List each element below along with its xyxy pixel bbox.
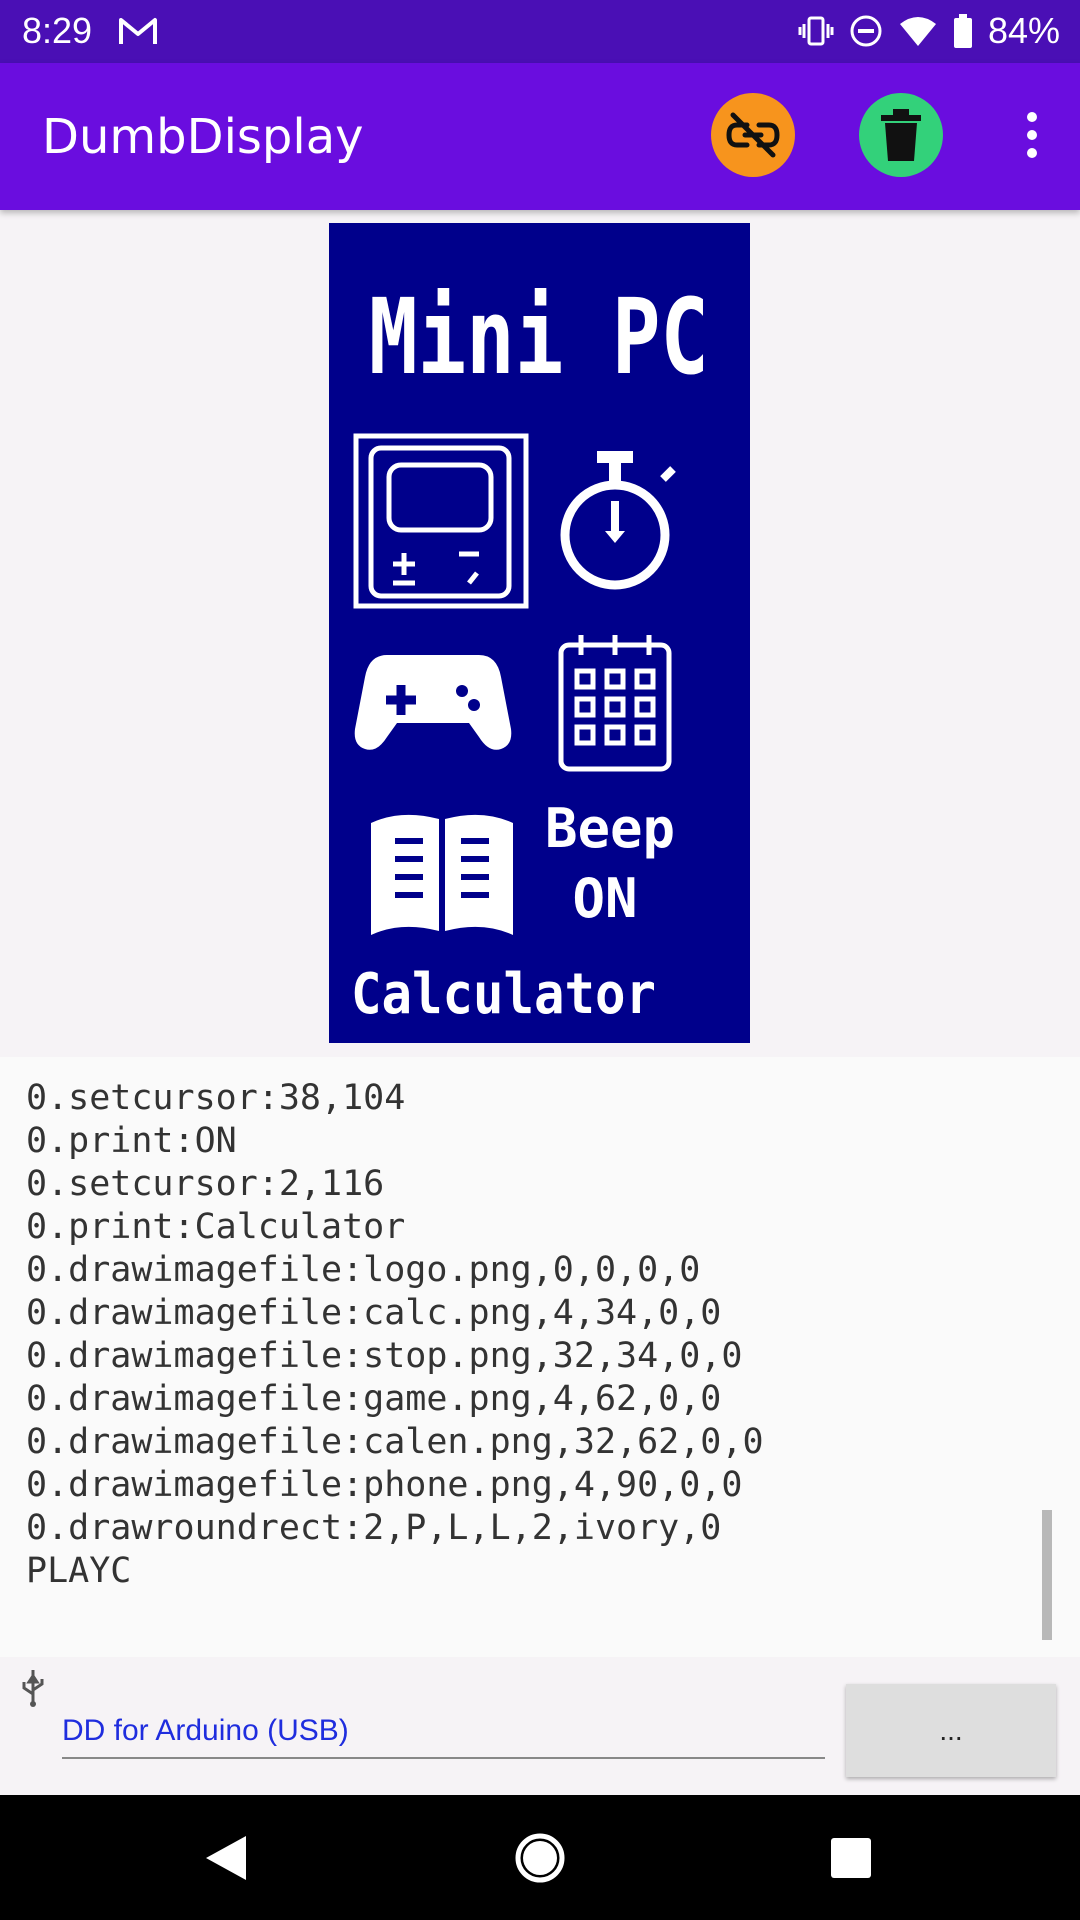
display-title: Mini PC <box>369 276 709 398</box>
more-options-button[interactable] <box>1002 105 1062 165</box>
connection-options-button[interactable]: ... <box>846 1684 1056 1777</box>
recents-icon <box>831 1838 871 1878</box>
beep-state: ON <box>572 867 637 930</box>
log-line: 0.setcursor:38,104 <box>26 1078 406 1118</box>
log-line: 0.drawimagefile:calen.png,32,62,0,0 <box>26 1422 764 1462</box>
back-button[interactable] <box>192 1825 258 1891</box>
status-bar: 8:29 84% <box>0 0 1080 63</box>
log-line: 0.setcursor:2,116 <box>26 1164 385 1204</box>
gamepad-icon[interactable] <box>354 655 512 750</box>
log-line: 0.drawimagefile:calc.png,4,34,0,0 <box>26 1293 722 1333</box>
log-line: PLAYC <box>26 1551 132 1591</box>
home-icon <box>515 1833 565 1883</box>
battery-icon <box>952 13 974 49</box>
battery-percent: 84% <box>987 10 1060 51</box>
navigation-bar <box>0 1795 1080 1920</box>
calendar-icon[interactable] <box>558 635 672 772</box>
more-vert-icon <box>1027 112 1037 122</box>
log-line: 0.print:ON <box>26 1121 237 1161</box>
usb-icon <box>18 1668 48 1712</box>
calculator-icon[interactable] <box>368 445 512 599</box>
trash-icon <box>881 109 921 161</box>
log-line: 0.print:Calculator <box>26 1207 406 1247</box>
selected-app-label: Calculator <box>351 962 656 1027</box>
disconnect-button[interactable] <box>711 93 795 177</box>
phonebook-icon[interactable] <box>371 814 513 935</box>
log-line: 0.drawimagefile:game.png,4,62,0,0 <box>26 1379 722 1419</box>
wifi-icon <box>898 14 938 48</box>
status-icons: 84% <box>798 10 1060 52</box>
gmail-icon <box>118 14 158 53</box>
log-lines: 0.setcursor:38,104 0.print:ON 0.setcursor:… <box>26 1077 764 1593</box>
connection-field[interactable]: DD for Arduino (USB) <box>62 1705 825 1759</box>
selection-frame <box>353 433 529 609</box>
log-line: 0.drawroundrect:2,P,L,L,2,ivory,0 <box>26 1508 722 1548</box>
back-icon <box>206 1836 246 1880</box>
vibrate-icon <box>798 13 834 49</box>
recents-button[interactable] <box>818 1825 884 1891</box>
clear-button[interactable] <box>859 93 943 177</box>
status-time: 8:29 <box>22 10 93 51</box>
log-line: 0.drawimagefile:stop.png,32,34,0,0 <box>26 1336 743 1376</box>
dumb-display-panel[interactable]: Mini PC Beep ON Calculator <box>329 223 750 1043</box>
stopwatch-icon[interactable] <box>560 451 676 590</box>
log-line: 0.drawimagefile:logo.png,0,0,0,0 <box>26 1250 701 1290</box>
app-bar: DumbDisplay <box>0 63 1080 210</box>
command-log[interactable]: 0.setcursor:38,104 0.print:ON 0.setcursor:… <box>0 1057 1080 1657</box>
home-button[interactable] <box>507 1825 573 1891</box>
app-title: DumbDisplay <box>42 109 364 165</box>
log-line: 0.drawimagefile:phone.png,4,90,0,0 <box>26 1465 743 1505</box>
do-not-disturb-icon <box>848 13 884 49</box>
link-off-icon <box>726 112 780 158</box>
beep-label: Beep <box>545 797 675 860</box>
log-scrollbar[interactable] <box>1042 1510 1052 1640</box>
